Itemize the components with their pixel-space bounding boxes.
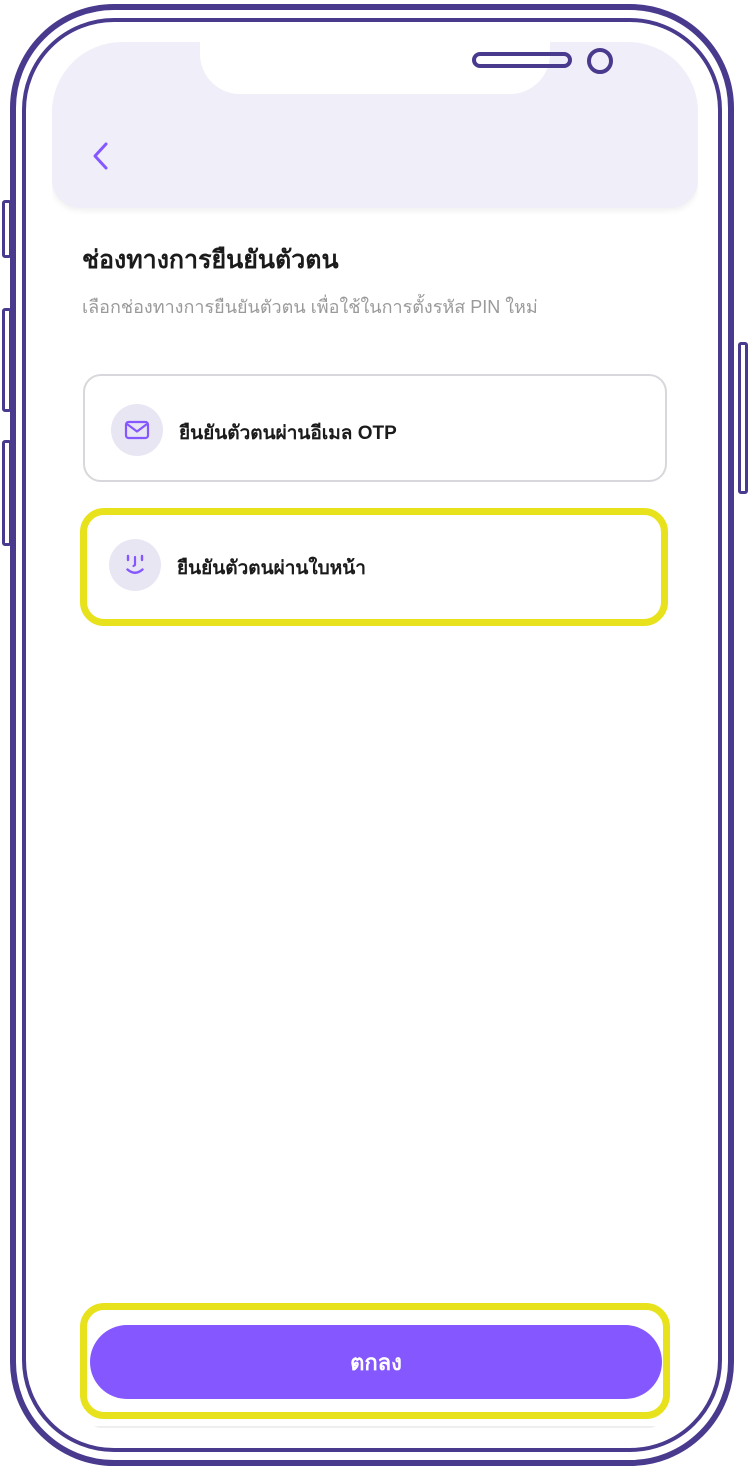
front-camera [587,48,613,74]
back-button[interactable] [86,138,116,174]
page-title: ช่องทางการยืนยันตัวตน [82,246,339,274]
option-face-verification[interactable]: ยืนยันตัวตนผ่านใบหน้า [83,511,667,619]
screen: ช่องทางการยืนยันตัวตน เลือกช่องทางการยืน… [52,42,698,1432]
phone-mockup: ช่องทางการยืนยันตัวตน เลือกช่องทางการยืน… [0,0,750,1474]
phone-power-button [738,342,748,494]
option-email-otp[interactable]: ยืนยันตัวตนผ่านอีเมล OTP [83,374,667,482]
page-subtitle: เลือกช่องทางการยืนยันตัวตน เพื่อใช้ในการ… [82,297,538,317]
chevron-left-icon [93,142,108,170]
option-face-label: ยืนยันตัวตนผ่านใบหน้า [177,558,366,579]
phone-notch [200,42,613,94]
confirm-button[interactable]: ตกลง [90,1325,662,1399]
bottom-divider [52,1426,698,1428]
face-id-icon [109,539,161,591]
mail-icon [111,404,163,456]
speaker-grille [472,52,572,68]
option-email-label: ยืนยันตัวตนผ่านอีเมล OTP [179,423,397,444]
